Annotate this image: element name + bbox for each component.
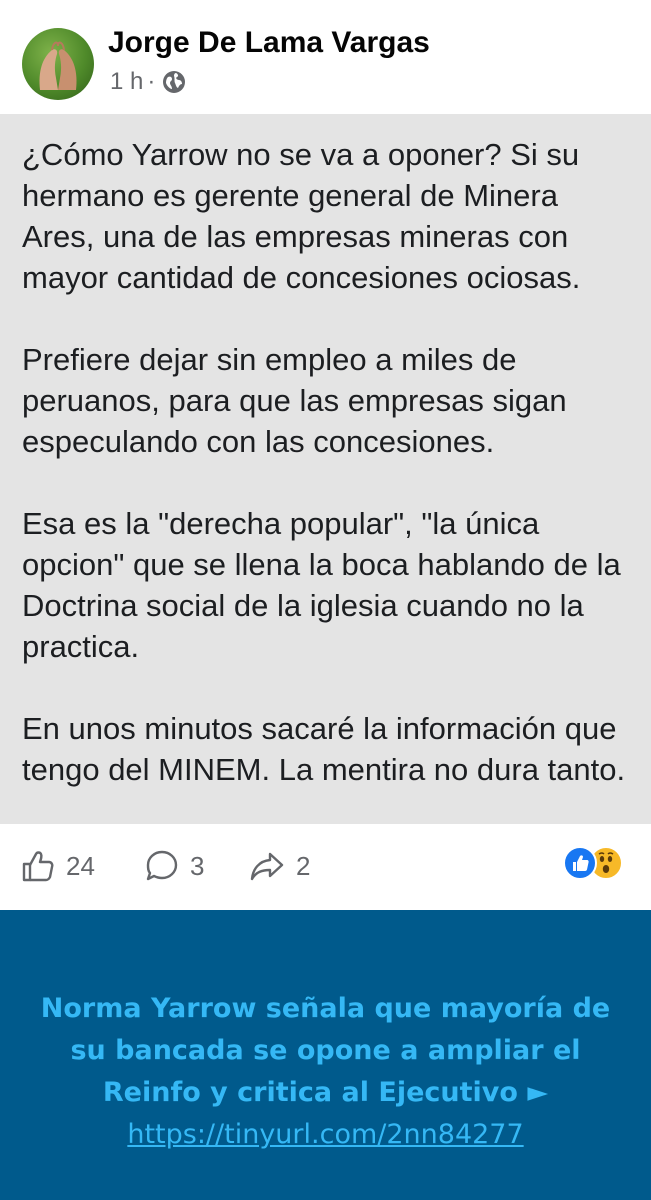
post-paragraph: En unos minutos sacaré la información qu… <box>22 711 626 787</box>
globe-icon[interactable] <box>161 69 187 95</box>
post-paragraph: Esa es la "derecha popular", "la única o… <box>22 506 621 664</box>
share-count: 2 <box>296 850 311 881</box>
reactions-summary[interactable] <box>563 846 633 882</box>
link-card-title: Norma Yarrow señala que mayoría de su ba… <box>40 993 611 1108</box>
like-reaction-icon <box>563 846 597 880</box>
post-paragraph: Prefiere dejar sin empleo a miles de per… <box>22 342 567 459</box>
like-button[interactable]: 24 <box>20 846 95 886</box>
link-card-headline: Norma Yarrow señala que mayoría de su ba… <box>20 988 631 1156</box>
like-count: 24 <box>66 850 95 881</box>
post-actions-bar: 24 3 2 <box>0 824 651 910</box>
post-body: ¿Cómo Yarrow no se va a oponer? Si su he… <box>0 114 651 824</box>
comment-count: 3 <box>190 850 205 881</box>
like-icon <box>22 851 54 882</box>
link-preview-card[interactable]: Norma Yarrow señala que mayoría de su ba… <box>0 910 651 1200</box>
meta-separator: · <box>147 68 156 95</box>
post-meta: 1 h · <box>110 68 187 96</box>
post-paragraph: ¿Cómo Yarrow no se va a oponer? Si su he… <box>22 137 581 295</box>
author-avatar[interactable] <box>22 28 94 100</box>
comment-button[interactable]: 3 <box>144 846 204 886</box>
author-name[interactable]: Jorge De Lama Vargas <box>108 26 430 60</box>
link-card-url[interactable]: https://tinyurl.com/2nn84277 <box>20 1114 631 1156</box>
avatar-hands-illustration <box>39 41 77 90</box>
share-button[interactable]: 2 <box>248 846 310 886</box>
share-icon <box>250 852 284 881</box>
post-header: Jorge De Lama Vargas 1 h · <box>0 0 651 114</box>
post-time[interactable]: 1 h <box>110 68 143 96</box>
comment-icon <box>146 850 178 881</box>
